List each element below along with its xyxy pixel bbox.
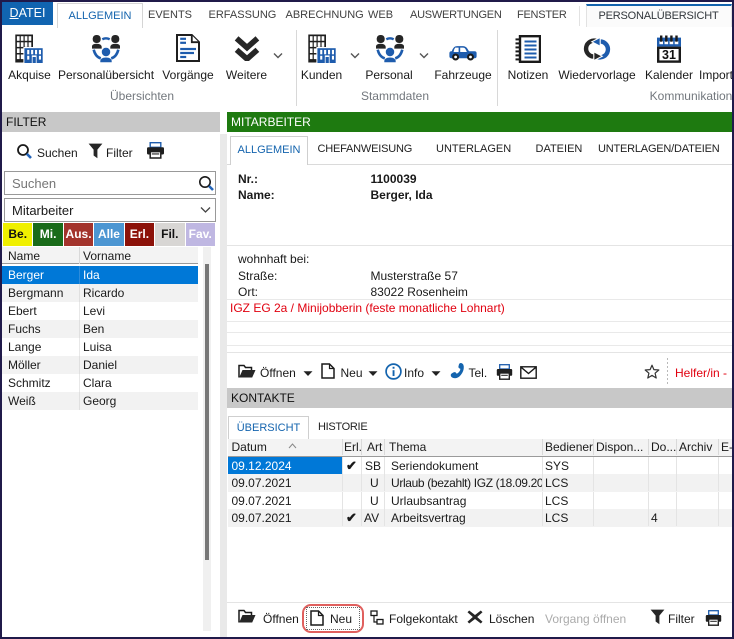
- svg-text:31: 31: [662, 48, 676, 62]
